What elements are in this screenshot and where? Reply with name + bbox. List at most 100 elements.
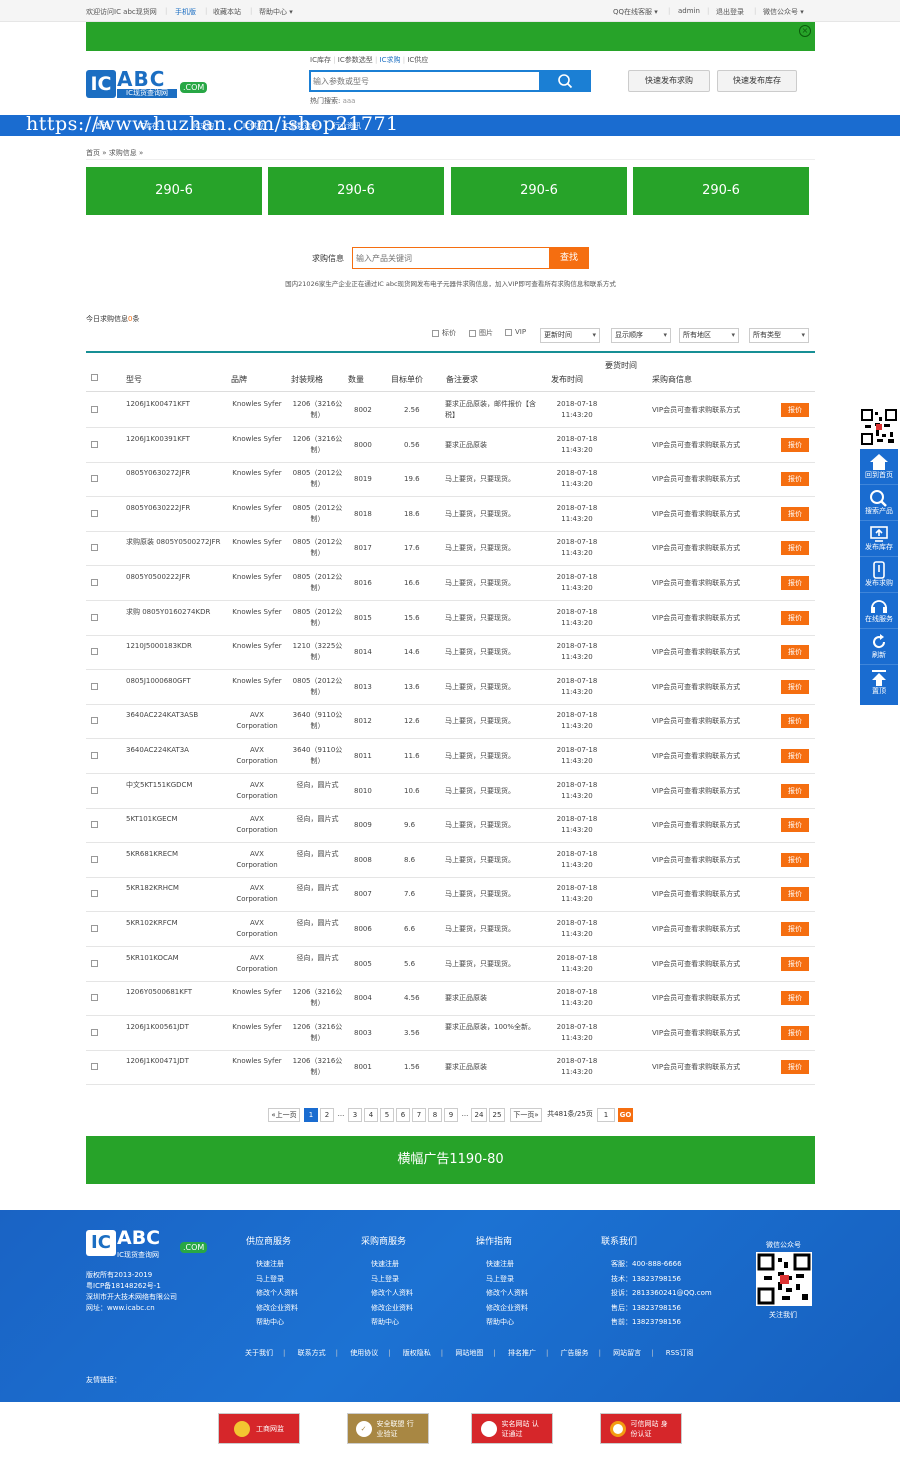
quote-button[interactable]: 报价: [781, 714, 809, 729]
row-checkbox[interactable]: [91, 717, 98, 725]
display-order-select[interactable]: 显示顺序: [611, 328, 671, 343]
footer-link[interactable]: 修改个人资料: [476, 1286, 528, 1301]
page-jump-input[interactable]: 1: [597, 1108, 615, 1122]
row-model[interactable]: 1206J1K00561JDT: [126, 1022, 226, 1033]
page-button[interactable]: 1: [304, 1108, 318, 1122]
footer-link[interactable]: 马上登录: [476, 1272, 528, 1287]
row-checkbox[interactable]: [91, 994, 98, 1002]
page-button[interactable]: 24: [471, 1108, 487, 1122]
footer-logo[interactable]: IC ABC .COM IC现货查询网: [86, 1227, 211, 1262]
tab-ic-supply[interactable]: IC供应: [407, 56, 428, 64]
page-button[interactable]: 7: [412, 1108, 426, 1122]
hot-search-item[interactable]: aaa: [343, 97, 356, 105]
mobile-link[interactable]: 手机版: [175, 7, 196, 17]
page-button[interactable]: 5: [380, 1108, 394, 1122]
cert-badge-gongshang[interactable]: 工商网监: [218, 1413, 300, 1444]
row-model[interactable]: 5KR681KRECM: [126, 849, 226, 860]
buy-search-input[interactable]: [356, 250, 541, 266]
checkbox[interactable]: [432, 329, 439, 337]
side-search-button[interactable]: 搜索产品: [860, 485, 898, 521]
wechat-link[interactable]: 微信公众号 ▾: [763, 7, 804, 17]
footer-link[interactable]: 关于我们: [245, 1349, 273, 1357]
quote-button[interactable]: 报价: [781, 610, 809, 625]
tab-ic-stock[interactable]: IC库存: [310, 56, 331, 64]
footer-link[interactable]: 修改企业资料: [246, 1301, 298, 1316]
quote-button[interactable]: 报价: [781, 922, 809, 936]
row-model[interactable]: 1206J1K00471JDT: [126, 1056, 226, 1067]
row-model[interactable]: 求购原装 0805Y0500272JFR: [126, 537, 226, 548]
footer-link[interactable]: 排名推广: [508, 1349, 536, 1357]
row-checkbox[interactable]: [91, 579, 98, 586]
select-all-checkbox[interactable]: [91, 374, 98, 381]
row-checkbox[interactable]: [91, 890, 98, 898]
sort-time-select[interactable]: 更新时间: [540, 328, 600, 343]
row-checkbox[interactable]: [91, 855, 98, 863]
user-link[interactable]: admin: [678, 7, 700, 15]
green-ad-2[interactable]: 290-6: [268, 167, 444, 215]
footer-link[interactable]: 修改企业资料: [361, 1301, 413, 1316]
region-select[interactable]: 所有地区: [679, 328, 739, 343]
row-model[interactable]: 0805Y0630272JFR: [126, 468, 226, 479]
quote-button[interactable]: 报价: [781, 472, 809, 487]
quote-button[interactable]: 报价: [781, 1025, 809, 1040]
row-checkbox[interactable]: [91, 682, 98, 690]
page-button[interactable]: 3: [348, 1108, 362, 1122]
quote-button[interactable]: 报价: [781, 818, 809, 833]
search-input[interactable]: [313, 73, 535, 89]
footer-link[interactable]: 马上登录: [246, 1272, 298, 1287]
quick-post-buy-button[interactable]: 快速发布求购: [628, 70, 710, 92]
row-checkbox[interactable]: [91, 440, 98, 448]
footer-link[interactable]: 修改个人资料: [361, 1286, 413, 1301]
close-icon[interactable]: ×: [799, 25, 811, 37]
quote-button[interactable]: 报价: [781, 541, 809, 556]
green-ad-3[interactable]: 290-6: [451, 167, 627, 215]
row-checkbox[interactable]: [91, 648, 98, 656]
footer-link[interactable]: 网站地图: [455, 1349, 483, 1357]
side-post-buy-button[interactable]: 发布求购: [860, 557, 898, 593]
top-ad-banner[interactable]: ×: [86, 22, 815, 51]
quote-button[interactable]: 报价: [781, 645, 809, 660]
footer-link[interactable]: RSS订阅: [666, 1349, 694, 1357]
green-ad-1[interactable]: 290-6: [86, 167, 262, 215]
quote-button[interactable]: 报价: [781, 437, 809, 452]
checkbox[interactable]: [469, 329, 476, 337]
footer-link[interactable]: 修改企业资料: [476, 1301, 528, 1316]
page-button[interactable]: 6: [396, 1108, 410, 1122]
footer-link[interactable]: 马上登录: [361, 1272, 413, 1287]
quote-button[interactable]: 报价: [781, 887, 809, 902]
row-checkbox[interactable]: [91, 752, 98, 759]
row-model[interactable]: 1206Y0500681KFT: [126, 987, 226, 998]
quote-button[interactable]: 报价: [781, 956, 809, 971]
qq-service-link[interactable]: QQ在线客服 ▾: [613, 7, 658, 17]
quick-post-stock-button[interactable]: 快速发布库存: [717, 70, 797, 92]
buy-search-button[interactable]: 查找: [549, 247, 589, 269]
footer-link[interactable]: 帮助中心: [476, 1315, 528, 1330]
search-button[interactable]: [539, 70, 591, 92]
bottom-banner-ad[interactable]: 横幅广告1190-80: [86, 1136, 815, 1184]
page-button[interactable]: 2: [320, 1108, 334, 1122]
cert-badge-trusted[interactable]: 可信网站 身份认证: [600, 1413, 682, 1444]
row-checkbox[interactable]: [91, 544, 98, 552]
row-model[interactable]: 3640AC224KAT3A: [126, 745, 226, 756]
filter-price[interactable]: 标价: [432, 328, 456, 338]
footer-link[interactable]: 修改个人资料: [246, 1286, 298, 1301]
quote-button[interactable]: 报价: [781, 991, 809, 1006]
site-logo[interactable]: IC ABC .COM IC现货查询网: [86, 67, 211, 102]
quote-button[interactable]: 报价: [781, 783, 809, 798]
page-button[interactable]: 8: [428, 1108, 442, 1122]
row-checkbox[interactable]: [91, 925, 98, 932]
side-post-stock-button[interactable]: 发布库存: [860, 521, 898, 557]
quote-button[interactable]: 报价: [781, 749, 809, 763]
row-model[interactable]: 3640AC224KAT3ASB: [126, 710, 226, 721]
quote-button[interactable]: 报价: [781, 506, 809, 521]
footer-link[interactable]: 帮助中心: [246, 1315, 298, 1330]
footer-link[interactable]: 快速注册: [246, 1257, 298, 1272]
row-model[interactable]: 1206J1K00471KFT: [126, 399, 226, 410]
go-button[interactable]: GO: [618, 1108, 633, 1122]
row-model[interactable]: 1210J5000183KDR: [126, 641, 226, 652]
row-checkbox[interactable]: [91, 821, 98, 829]
row-checkbox[interactable]: [91, 509, 98, 517]
row-model[interactable]: 1206J1K00391KFT: [126, 434, 226, 445]
quote-button[interactable]: 报价: [781, 403, 809, 417]
row-checkbox[interactable]: [91, 1028, 98, 1036]
